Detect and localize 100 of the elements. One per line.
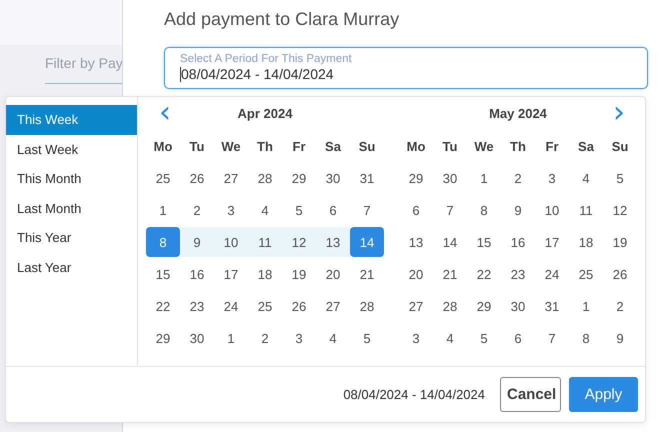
calendar-day[interactable]: 29 (146, 323, 180, 353)
weekday-label: Fr (292, 138, 306, 156)
cancel-button[interactable]: Cancel (500, 377, 561, 412)
calendar-day[interactable]: 9 (603, 323, 637, 353)
calendar-day[interactable]: 7 (350, 195, 384, 225)
calendar-day[interactable]: 13 (316, 227, 350, 257)
calendar-day[interactable]: 2 (180, 195, 214, 225)
calendar-day[interactable]: 1 (569, 291, 603, 321)
calendar-day[interactable]: 2 (248, 323, 282, 353)
calendar-day[interactable]: 16 (501, 227, 535, 257)
calendar-day[interactable]: 6 (399, 195, 433, 225)
calendar-day[interactable]: 29 (282, 163, 316, 193)
calendar-day[interactable]: 25 (569, 259, 603, 289)
calendar-day[interactable]: 24 (214, 291, 248, 321)
filter-label: Filter by Pay (45, 55, 123, 71)
calendar-day[interactable]: 4 (316, 323, 350, 353)
calendar-day[interactable]: 7 (535, 323, 569, 353)
calendar-day[interactable]: 17 (535, 227, 569, 257)
calendar-day[interactable]: 11 (248, 227, 282, 257)
calendar-day[interactable]: 6 (316, 195, 350, 225)
calendar-day[interactable]: 21 (350, 259, 384, 289)
calendar-day[interactable]: 21 (433, 259, 467, 289)
calendar-day[interactable]: 4 (569, 163, 603, 193)
calendar-day[interactable]: 10 (214, 227, 248, 257)
preset-option[interactable]: This Month (6, 164, 137, 194)
preset-option[interactable]: Last Month (6, 194, 137, 223)
calendar-day[interactable]: 16 (180, 259, 214, 289)
calendar-day[interactable]: 13 (399, 227, 433, 257)
calendar-day[interactable]: 31 (535, 291, 569, 321)
calendar-day[interactable]: 28 (350, 291, 384, 321)
calendar-day[interactable]: 12 (282, 227, 316, 257)
calendar-day[interactable]: 24 (535, 259, 569, 289)
calendar-day[interactable]: 4 (433, 323, 467, 353)
modal-title: Add payment to Clara Murray (164, 9, 400, 31)
calendar-day[interactable]: 2 (501, 163, 535, 193)
calendar-day[interactable]: 17 (214, 259, 248, 289)
next-month-button[interactable]: › (609, 101, 629, 125)
calendar-day[interactable]: 22 (467, 259, 501, 289)
calendar-day[interactable]: 12 (603, 195, 637, 225)
calendar-day[interactable]: 5 (603, 163, 637, 193)
calendar-day[interactable]: 20 (399, 259, 433, 289)
calendar-day[interactable]: 30 (501, 291, 535, 321)
previous-month-button[interactable]: ‹ (155, 101, 175, 125)
calendar-day[interactable]: 29 (399, 163, 433, 193)
calendar-day[interactable]: 6 (501, 323, 535, 353)
calendar-day[interactable]: 30 (180, 323, 214, 353)
calendar-day[interactable]: 27 (316, 291, 350, 321)
calendar-day[interactable]: 10 (535, 195, 569, 225)
calendar-day[interactable]: 26 (180, 163, 214, 193)
calendar-day[interactable]: 15 (467, 227, 501, 257)
calendar-day[interactable]: 14 (350, 227, 384, 257)
calendar-day[interactable]: 30 (433, 163, 467, 193)
period-field[interactable]: Select A Period For This Payment 08/04/2024 - 14/04/2024 (164, 47, 648, 89)
preset-option[interactable]: Last Year (6, 252, 137, 282)
calendar-day[interactable]: 19 (282, 259, 316, 289)
calendar-day[interactable]: 31 (350, 163, 384, 193)
apply-button[interactable]: Apply (569, 377, 638, 412)
calendar-day[interactable]: 30 (316, 163, 350, 193)
calendar-day[interactable]: 5 (467, 323, 501, 353)
calendar-day[interactable]: 5 (282, 195, 316, 225)
calendar-day[interactable]: 7 (433, 195, 467, 225)
calendar-day[interactable]: 19 (603, 227, 637, 257)
calendar-day[interactable]: 2 (603, 291, 637, 321)
calendar-day[interactable]: 27 (214, 163, 248, 193)
calendar-day[interactable]: 3 (214, 195, 248, 225)
calendar-day[interactable]: 25 (248, 291, 282, 321)
calendar-day[interactable]: 22 (146, 291, 180, 321)
calendar-day[interactable]: 25 (146, 163, 180, 193)
calendar-day[interactable]: 27 (399, 291, 433, 321)
calendar-day[interactable]: 3 (399, 323, 433, 353)
weekday-label: Mo (406, 138, 426, 156)
calendar-day[interactable]: 8 (569, 323, 603, 353)
calendar-day[interactable]: 9 (180, 227, 214, 257)
calendar-day[interactable]: 26 (282, 291, 316, 321)
preset-option[interactable]: Last Week (6, 134, 137, 164)
calendar-day[interactable]: 1 (467, 163, 501, 193)
calendar-day[interactable]: 1 (214, 323, 248, 353)
calendar-day[interactable]: 3 (282, 323, 316, 353)
calendar-day[interactable]: 20 (316, 259, 350, 289)
preset-option[interactable]: This Week (6, 105, 137, 134)
calendar-day[interactable]: 23 (180, 291, 214, 321)
calendar-day[interactable]: 8 (467, 195, 501, 225)
calendar-day[interactable]: 23 (501, 259, 535, 289)
calendar-day[interactable]: 9 (501, 195, 535, 225)
calendar-day[interactable]: 15 (146, 259, 180, 289)
calendar-day[interactable]: 1 (146, 195, 180, 225)
calendar-day[interactable]: 8 (146, 227, 180, 257)
calendar-day[interactable]: 28 (248, 163, 282, 193)
calendar-day[interactable]: 28 (433, 291, 467, 321)
preset-option[interactable]: This Year (6, 223, 137, 252)
calendar-day[interactable]: 3 (535, 163, 569, 193)
weekday-label: Su (358, 138, 376, 156)
calendar-day[interactable]: 14 (433, 227, 467, 257)
calendar-day[interactable]: 4 (248, 195, 282, 225)
calendar-day[interactable]: 18 (569, 227, 603, 257)
calendar-day[interactable]: 29 (467, 291, 501, 321)
calendar-day[interactable]: 18 (248, 259, 282, 289)
calendar-day[interactable]: 11 (569, 195, 603, 225)
calendar-day[interactable]: 5 (350, 323, 384, 353)
calendar-day[interactable]: 26 (603, 259, 637, 289)
